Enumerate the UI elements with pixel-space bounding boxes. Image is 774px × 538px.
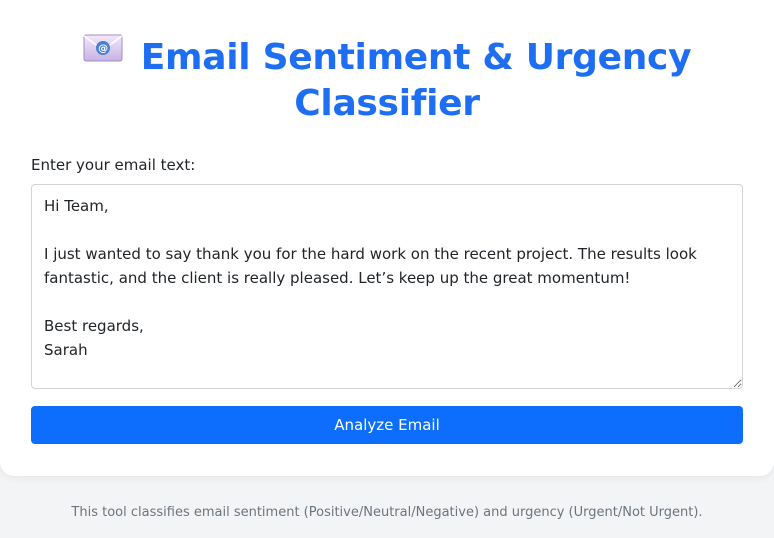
email-text-label: Enter your email text: bbox=[31, 156, 196, 174]
analyze-email-button[interactable]: Analyze Email bbox=[31, 406, 743, 444]
footer-note: This tool classifies email sentiment (Po… bbox=[71, 505, 703, 520]
page-title: @ Email Sentiment & Urgency Classifier bbox=[0, 34, 774, 127]
email-text-input[interactable] bbox=[31, 184, 743, 389]
email-envelope-icon: @ bbox=[83, 34, 123, 62]
page-title-text: Email Sentiment & Urgency Classifier bbox=[140, 37, 692, 124]
main-card: @ Email Sentiment & Urgency Classifier E… bbox=[0, 0, 774, 476]
svg-text:@: @ bbox=[98, 44, 108, 55]
header: @ Email Sentiment & Urgency Classifier bbox=[0, 34, 774, 127]
